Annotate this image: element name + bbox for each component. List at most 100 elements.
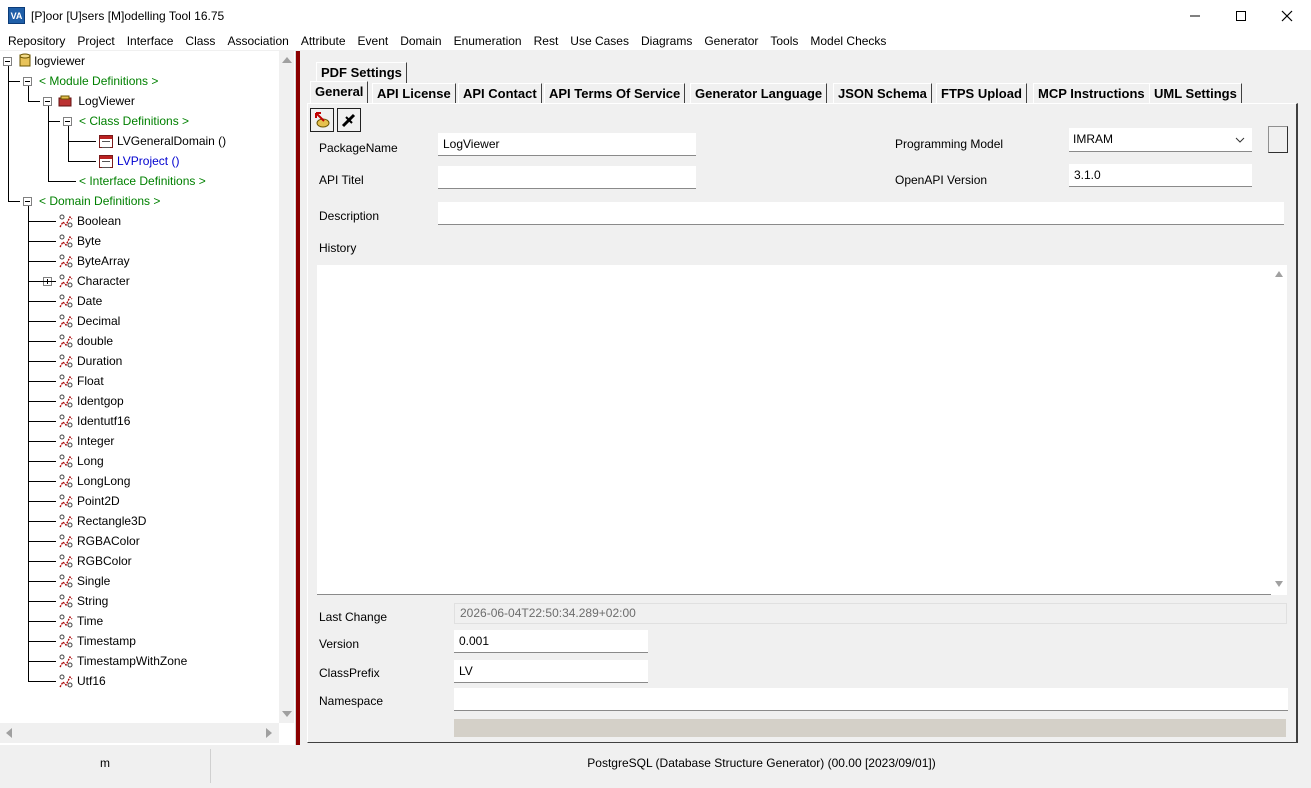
menu-enumeration[interactable]: Enumeration bbox=[448, 32, 528, 50]
tree-item-domain[interactable]: Date bbox=[77, 292, 102, 310]
package-name-input[interactable]: LogViewer bbox=[438, 133, 696, 156]
tree-item-domain[interactable]: Integer bbox=[77, 432, 114, 450]
menu-class[interactable]: Class bbox=[179, 32, 221, 50]
tree-line bbox=[28, 101, 40, 102]
minimize-button[interactable] bbox=[1172, 0, 1218, 32]
add-button[interactable] bbox=[310, 108, 334, 132]
tree-item-domain[interactable]: RGBColor bbox=[77, 552, 132, 570]
tree-item-domain[interactable]: Utf16 bbox=[77, 672, 106, 690]
menu-interface[interactable]: Interface bbox=[121, 32, 180, 50]
tree-item-domain[interactable]: String bbox=[77, 592, 108, 610]
tree-item-domain[interactable]: Long bbox=[77, 452, 104, 470]
tree-item-domain[interactable]: Timestamp bbox=[77, 632, 136, 650]
tree-item-root[interactable]: logviewer bbox=[19, 52, 85, 70]
menu-attribute[interactable]: Attribute bbox=[295, 32, 352, 50]
domain-icon bbox=[58, 433, 74, 449]
tab-api-contact[interactable]: API Contact bbox=[458, 83, 542, 104]
tab-json-schema[interactable]: JSON Schema bbox=[833, 83, 932, 104]
menu-bar: Repository Project Interface Class Associati… bbox=[0, 32, 1311, 50]
description-label: Description bbox=[319, 209, 380, 223]
tree-vertical-scrollbar[interactable] bbox=[279, 51, 294, 723]
scroll-down-icon[interactable] bbox=[282, 711, 292, 717]
tree-item-module-definitions[interactable]: < Module Definitions > bbox=[39, 72, 158, 90]
class-prefix-input[interactable]: LV bbox=[454, 660, 648, 683]
menu-domain[interactable]: Domain bbox=[394, 32, 447, 50]
namespace-input[interactable] bbox=[454, 688, 1288, 711]
tree-item-domain[interactable]: Character bbox=[77, 272, 130, 290]
close-button[interactable] bbox=[1264, 0, 1310, 32]
history-textarea[interactable] bbox=[317, 265, 1287, 595]
collapse-toggle[interactable] bbox=[3, 57, 12, 66]
programming-model-select[interactable]: IMRAM bbox=[1069, 128, 1252, 152]
api-title-input[interactable] bbox=[438, 166, 696, 189]
menu-project[interactable]: Project bbox=[71, 32, 120, 50]
maximize-button[interactable] bbox=[1218, 0, 1264, 32]
domain-icon bbox=[58, 413, 74, 429]
tree-line bbox=[28, 461, 56, 462]
tab-pdf-settings[interactable]: PDF Settings bbox=[316, 62, 407, 83]
scroll-right-icon[interactable] bbox=[266, 728, 272, 738]
menu-model-checks[interactable]: Model Checks bbox=[804, 32, 892, 50]
tree-horizontal-scrollbar[interactable] bbox=[0, 723, 279, 743]
collapse-toggle[interactable] bbox=[23, 77, 32, 86]
menu-tools[interactable]: Tools bbox=[764, 32, 804, 50]
tree-item-domain[interactable]: ByteArray bbox=[77, 252, 130, 270]
tree-item-domain-definitions[interactable]: < Domain Definitions > bbox=[39, 192, 160, 210]
menu-use-cases[interactable]: Use Cases bbox=[564, 32, 635, 50]
scroll-left-icon[interactable] bbox=[6, 728, 12, 738]
menu-repository[interactable]: Repository bbox=[2, 32, 71, 50]
edit-button[interactable] bbox=[337, 108, 361, 132]
menu-association[interactable]: Association bbox=[221, 32, 294, 50]
tree-item-domain[interactable]: TimestampWithZone bbox=[77, 652, 187, 670]
scroll-down-icon[interactable] bbox=[1275, 581, 1283, 587]
tree-item-interface-definitions[interactable]: < Interface Definitions > bbox=[79, 172, 206, 190]
tab-general[interactable]: General bbox=[310, 81, 369, 103]
tree-item-domain[interactable]: Single bbox=[77, 572, 110, 590]
tree-item-domain[interactable]: RGBAColor bbox=[77, 532, 140, 550]
tree-item-class[interactable]: LVGeneralDomain () bbox=[117, 132, 226, 150]
description-input[interactable] bbox=[438, 202, 1284, 225]
tree-item-domain[interactable]: Identgop bbox=[77, 392, 124, 410]
version-input[interactable]: 0.001 bbox=[454, 630, 648, 653]
tree-item-class[interactable]: LVProject () bbox=[117, 152, 179, 170]
collapse-toggle[interactable] bbox=[63, 117, 72, 126]
tree-item-domain[interactable]: double bbox=[77, 332, 113, 350]
tree-item-domain[interactable]: Decimal bbox=[77, 312, 120, 330]
tree-item-domain[interactable]: Point2D bbox=[77, 492, 120, 510]
menu-event[interactable]: Event bbox=[352, 32, 395, 50]
menu-diagrams[interactable]: Diagrams bbox=[635, 32, 698, 50]
tab-generator-language[interactable]: Generator Language bbox=[690, 83, 828, 104]
tab-ftps-upload[interactable]: FTPS Upload bbox=[936, 83, 1027, 104]
tree-item-class-definitions[interactable]: < Class Definitions > bbox=[79, 112, 189, 130]
status-left: m bbox=[0, 749, 211, 783]
collapse-toggle[interactable] bbox=[23, 197, 32, 206]
tree-item-domain[interactable]: Time bbox=[77, 612, 103, 630]
scroll-up-icon[interactable] bbox=[282, 57, 292, 63]
openapi-version-input[interactable]: 3.1.0 bbox=[1069, 164, 1252, 187]
tree-item-domain[interactable]: Duration bbox=[77, 352, 122, 370]
tab-uml-settings[interactable]: UML Settings bbox=[1149, 83, 1242, 104]
tree-item-domain[interactable]: Byte bbox=[77, 232, 101, 250]
openapi-version-label: OpenAPI Version bbox=[895, 173, 988, 187]
domain-icon bbox=[58, 353, 74, 369]
model-tree[interactable]: logviewer < Module Definitions > LogView… bbox=[0, 51, 296, 745]
history-scrollbar[interactable] bbox=[1271, 265, 1287, 595]
tab-api-terms-of-service[interactable]: API Terms Of Service bbox=[544, 83, 686, 104]
menu-rest[interactable]: Rest bbox=[528, 32, 565, 50]
collapse-toggle[interactable] bbox=[43, 97, 52, 106]
tree-item-domain[interactable]: Rectangle3D bbox=[77, 512, 146, 530]
tree-item-domain[interactable]: Boolean bbox=[77, 212, 121, 230]
tree-item-domain[interactable]: LongLong bbox=[77, 472, 130, 490]
tree-item-domain[interactable]: Float bbox=[77, 372, 104, 390]
tab-api-license[interactable]: API License bbox=[372, 83, 456, 104]
domain-icon bbox=[58, 573, 74, 589]
tree-line bbox=[28, 341, 56, 342]
class-prefix-label: ClassPrefix bbox=[319, 666, 380, 680]
tab-mcp-instructions[interactable]: MCP Instructions bbox=[1033, 83, 1150, 104]
menu-generator[interactable]: Generator bbox=[698, 32, 764, 50]
settings-panel: PDF Settings General API License API Conta… bbox=[300, 51, 1311, 745]
tree-item-domain[interactable]: Identutf16 bbox=[77, 412, 130, 430]
programming-model-options-button[interactable] bbox=[1268, 126, 1288, 153]
scroll-up-icon[interactable] bbox=[1275, 271, 1283, 277]
tree-item-module[interactable]: LogViewer bbox=[58, 92, 135, 110]
